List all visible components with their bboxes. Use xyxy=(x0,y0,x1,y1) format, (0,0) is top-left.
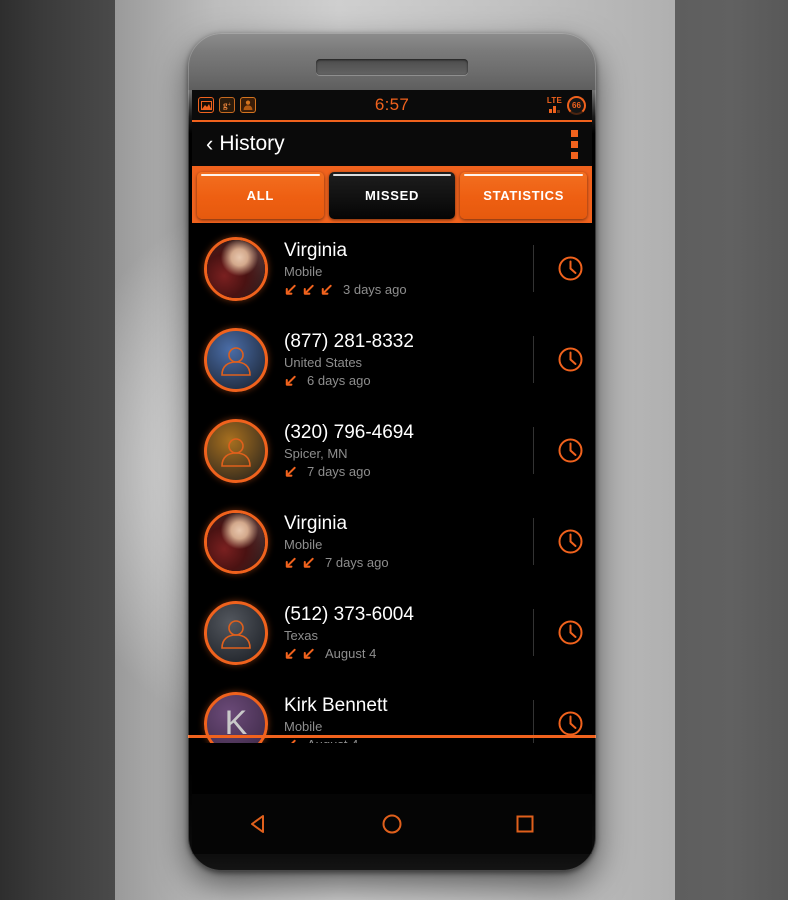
tab-missed[interactable]: MISSED xyxy=(328,171,456,219)
row-divider xyxy=(533,336,534,383)
phone-screen: g + 6:57 LTE 66 ‹ History ALL MISSED STA… xyxy=(192,90,592,794)
call-row-text: (320) 796-4694 Spicer, MN 7 days ago xyxy=(284,422,533,479)
phone-device-frame: g + 6:57 LTE 66 ‹ History ALL MISSED STA… xyxy=(188,33,596,871)
incoming-call-arrow-icon xyxy=(285,466,296,477)
contact-name: Virginia xyxy=(284,240,348,262)
call-history-list[interactable]: Virginia Mobile 3 days ago (877) 281-8332 Un… xyxy=(192,223,592,743)
desktop-background-left xyxy=(0,0,115,900)
overflow-dot xyxy=(571,140,578,148)
call-timestamp: 6 days ago xyxy=(307,372,371,388)
call-timestamp: 3 days ago xyxy=(343,281,407,297)
contact-subtitle: Mobile xyxy=(284,263,323,279)
row-divider xyxy=(533,518,534,565)
back-chevron-icon[interactable]: ‹ xyxy=(206,133,213,155)
overflow-menu-icon[interactable] xyxy=(571,129,578,159)
contact-name: (512) 373-6004 xyxy=(284,604,414,626)
list-bottom-divider xyxy=(188,735,596,738)
call-history-row[interactable]: Virginia Mobile 3 days ago xyxy=(192,223,592,314)
call-meta: 6 days ago xyxy=(284,373,533,388)
page-title: History xyxy=(219,132,285,155)
phone-top-bezel xyxy=(188,33,596,90)
incoming-call-arrow-icon xyxy=(286,739,296,743)
clock-icon xyxy=(558,347,582,372)
signal-bars-icon xyxy=(548,106,560,113)
contact-subtitle: United States xyxy=(284,354,363,370)
call-details-button[interactable] xyxy=(548,255,592,282)
contact-subtitle: Texas xyxy=(284,627,318,643)
avatar[interactable] xyxy=(204,600,268,665)
clock-icon xyxy=(558,620,582,645)
contact-name: Kirk Bennett xyxy=(284,695,388,717)
recents-button[interactable] xyxy=(497,804,553,844)
earpiece-speaker xyxy=(316,59,468,75)
status-bar: g + 6:57 LTE 66 xyxy=(192,90,592,120)
call-meta: August 4 xyxy=(284,646,533,661)
avatar[interactable] xyxy=(204,509,268,574)
contact-name: (320) 796-4694 xyxy=(284,422,414,444)
row-divider xyxy=(533,427,534,474)
call-history-row[interactable]: (877) 281-8332 United States 6 days ago xyxy=(192,314,592,405)
clock-icon xyxy=(558,256,582,281)
call-details-button[interactable] xyxy=(548,710,592,737)
contact-subtitle: Mobile xyxy=(284,536,323,552)
desktop-background-right xyxy=(675,0,788,900)
call-row-text: Virginia Mobile 3 days ago xyxy=(284,240,533,297)
call-meta: 3 days ago xyxy=(284,282,533,297)
contact-name: Virginia xyxy=(284,513,348,535)
call-meta: 7 days ago xyxy=(284,555,533,570)
call-history-row[interactable]: KKirk BennettMobileAugust 4 xyxy=(192,678,592,743)
tab-bar: ALL MISSED STATISTICS xyxy=(192,168,592,223)
call-details-button[interactable] xyxy=(548,346,592,373)
home-button[interactable] xyxy=(364,804,420,844)
overflow-dot xyxy=(571,129,578,137)
contact-subtitle: Mobile xyxy=(284,718,323,734)
incoming-call-arrow-icon xyxy=(285,375,296,386)
incoming-call-arrow-icon xyxy=(303,648,314,659)
avatar-photo xyxy=(207,239,265,298)
call-history-row[interactable]: Virginia Mobile 7 days ago xyxy=(192,496,592,587)
back-button[interactable] xyxy=(231,804,287,844)
incoming-call-arrow-icon xyxy=(321,284,332,295)
tab-statistics[interactable]: STATISTICS xyxy=(460,171,588,219)
avatar[interactable] xyxy=(204,327,268,392)
call-timestamp: 7 days ago xyxy=(307,463,371,479)
call-history-row[interactable]: (512) 373-6004 Texas August 4 xyxy=(192,587,592,678)
call-timestamp: 7 days ago xyxy=(325,554,389,570)
call-row-text: (877) 281-8332 United States 6 days ago xyxy=(284,331,533,388)
app-header: ‹ History xyxy=(192,122,592,166)
call-details-button[interactable] xyxy=(548,437,592,464)
avatar-photo xyxy=(207,512,265,571)
incoming-call-arrow-icon xyxy=(303,284,314,295)
contact-subtitle: Spicer, MN xyxy=(284,445,348,461)
call-timestamp: August 4 xyxy=(325,645,377,661)
clock-icon xyxy=(558,711,582,736)
battery-icon: 66 xyxy=(567,95,586,115)
status-clock: 6:57 xyxy=(374,95,410,114)
system-navigation-bar xyxy=(192,794,592,854)
overflow-dot xyxy=(571,151,578,159)
call-history-row[interactable]: (320) 796-4694 Spicer, MN 7 days ago xyxy=(192,405,592,496)
row-divider xyxy=(533,245,534,292)
call-details-button[interactable] xyxy=(548,528,592,555)
incoming-call-arrow-icon xyxy=(285,557,296,568)
avatar[interactable] xyxy=(204,418,268,483)
lte-signal-icon: LTE xyxy=(547,97,562,113)
row-divider xyxy=(533,609,534,656)
call-meta: 7 days ago xyxy=(284,464,533,479)
incoming-call-arrow-icon xyxy=(303,557,314,568)
contact-name: (877) 281-8332 xyxy=(284,331,414,353)
tab-all[interactable]: ALL xyxy=(197,171,324,219)
incoming-call-arrow-icon xyxy=(285,284,296,295)
call-row-text: Virginia Mobile 7 days ago xyxy=(284,513,533,570)
status-system-icons: LTE 66 xyxy=(547,95,586,115)
call-row-text: (512) 373-6004 Texas August 4 xyxy=(284,604,533,661)
incoming-call-arrow-icon xyxy=(285,648,296,659)
avatar[interactable] xyxy=(204,236,268,301)
call-details-button[interactable] xyxy=(548,619,592,646)
clock-icon xyxy=(558,438,582,463)
clock-icon xyxy=(558,529,582,554)
